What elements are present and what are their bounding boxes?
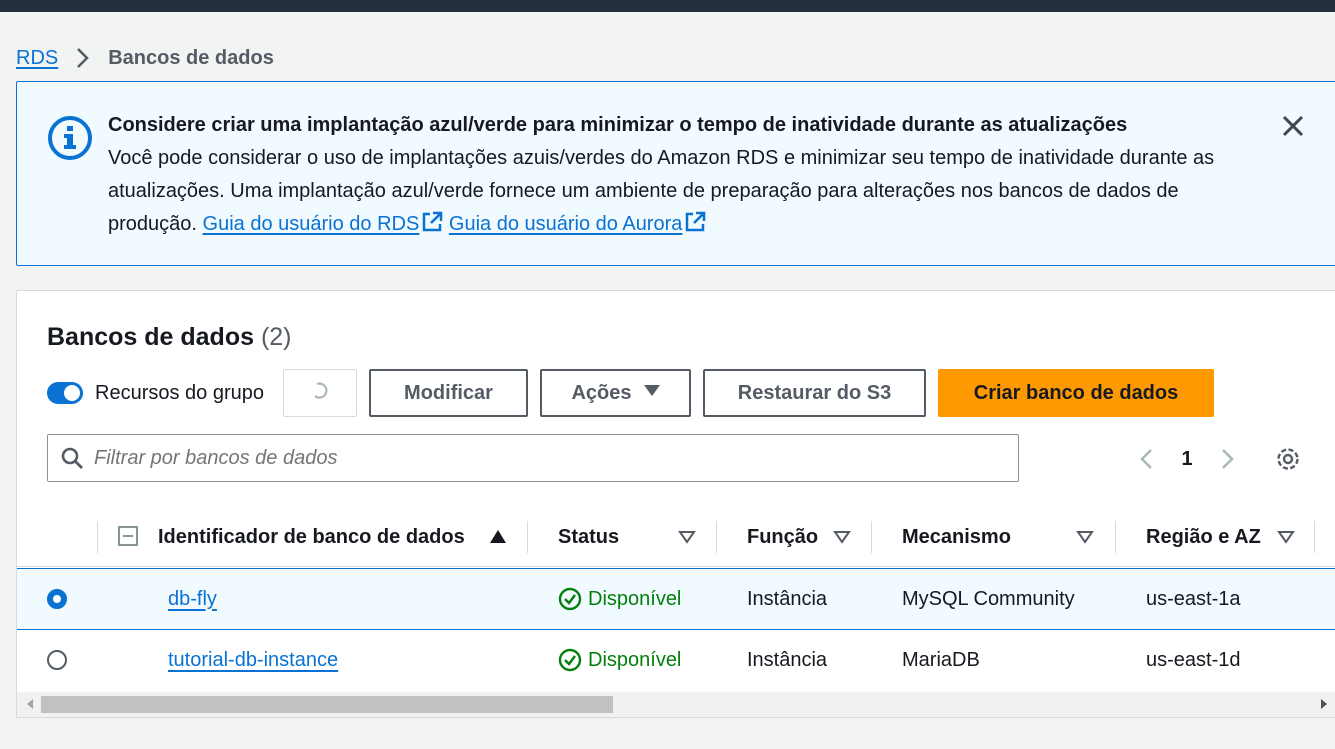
column-header-engine[interactable]: Mecanismo [902,507,1011,567]
status-text: Disponível [588,648,682,671]
row-radio-selected[interactable] [47,589,67,609]
aurora-user-guide-link[interactable]: Guia do usuário do Aurora [448,211,707,235]
scroll-left-icon[interactable] [23,697,37,711]
status-text: Disponível [588,587,682,610]
status-check-icon [558,587,582,611]
external-link-icon [684,211,706,233]
sort-desc-icon[interactable] [833,528,851,546]
column-header-identifier[interactable]: Identificador de banco de dados [158,507,465,567]
db-identifier-link[interactable]: db-fly [168,588,217,611]
status-badge: Disponível [558,587,681,611]
sort-desc-icon[interactable] [678,528,696,546]
info-banner-title: Considere criar uma implantação azul/ver… [108,114,1128,136]
group-resources-toggle[interactable]: Recursos do grupo [47,379,264,407]
gear-icon[interactable] [1275,446,1301,472]
refresh-button[interactable] [283,369,357,417]
rds-user-guide-label: Guia do usuário do RDS [202,213,420,235]
sort-asc-icon[interactable] [489,528,507,546]
breadcrumb: RDS Bancos de dados [16,45,274,71]
search-box[interactable] [47,434,1019,482]
chevron-right-icon[interactable] [1215,447,1239,471]
region-cell: us-east-1d [1146,648,1241,671]
modify-button[interactable]: Modificar [369,369,528,417]
restore-from-s3-button[interactable]: Restaurar do S3 [703,369,926,417]
column-divider [1115,521,1116,553]
aurora-user-guide-label: Guia do usuário do Aurora [448,213,683,235]
breadcrumb-rds-link[interactable]: RDS [16,47,58,70]
column-divider [871,521,872,553]
page-number[interactable]: 1 [1159,448,1215,471]
panel-title-text: Bancos de dados [47,323,254,351]
column-divider [716,521,717,553]
column-divider [1314,521,1315,553]
pagination: 1 [1135,444,1239,474]
info-banner: Considere criar uma implantação azul/ver… [16,81,1335,266]
create-database-button[interactable]: Criar banco de dados [938,369,1214,417]
sort-desc-icon[interactable] [1076,528,1094,546]
panel-count: (2) [260,323,292,351]
chevron-right-icon [70,46,94,70]
table-row[interactable]: db-fly Disponível Instância MySQL Commun… [17,568,1335,630]
databases-panel: Bancos de dados (2) Recursos do grupo Mo… [16,290,1335,718]
refresh-icon [309,379,331,407]
table-header: Identificador de banco de dados Status F… [17,507,1335,567]
column-header-region[interactable]: Região e AZ [1146,507,1261,567]
chevron-left-icon[interactable] [1135,447,1159,471]
info-icon [47,115,93,161]
search-icon [60,446,84,470]
close-icon[interactable] [1279,112,1307,140]
column-divider [97,521,98,553]
row-radio[interactable] [47,650,67,670]
info-banner-body: Você pode considerar o uso de implantaçõ… [108,142,1268,241]
horizontal-scrollbar[interactable] [17,692,1335,717]
region-cell: us-east-1a [1146,587,1241,610]
actions-label: Ações [571,381,632,404]
toggle-switch[interactable] [47,382,83,404]
caret-down-icon [643,384,660,402]
collapse-icon[interactable] [118,526,138,546]
column-header-status[interactable]: Status [558,507,619,567]
top-navigation-bar [0,0,1335,12]
panel-title: Bancos de dados (2) [47,322,292,352]
scrollbar-thumb[interactable] [41,696,613,713]
status-badge: Disponível [558,648,681,672]
scroll-right-icon[interactable] [1317,697,1331,711]
role-cell: Instância [747,648,828,671]
external-link-icon [421,211,443,233]
group-resources-label: Recursos do grupo [95,381,264,404]
rds-user-guide-link[interactable]: Guia do usuário do RDS [202,211,444,235]
engine-cell: MySQL Community [902,587,1075,610]
role-cell: Instância [747,587,828,610]
column-divider [527,521,528,553]
actions-button[interactable]: Ações [540,369,691,417]
toggle-knob [64,385,80,401]
sort-desc-icon[interactable] [1277,528,1295,546]
search-input[interactable] [94,446,994,470]
table-row[interactable]: tutorial-db-instance Disponível Instânci… [17,630,1335,692]
db-identifier-link[interactable]: tutorial-db-instance [168,649,338,672]
breadcrumb-current: Bancos de dados [108,46,274,69]
column-header-role[interactable]: Função [747,507,818,567]
engine-cell: MariaDB [902,648,980,671]
status-check-icon [558,648,582,672]
